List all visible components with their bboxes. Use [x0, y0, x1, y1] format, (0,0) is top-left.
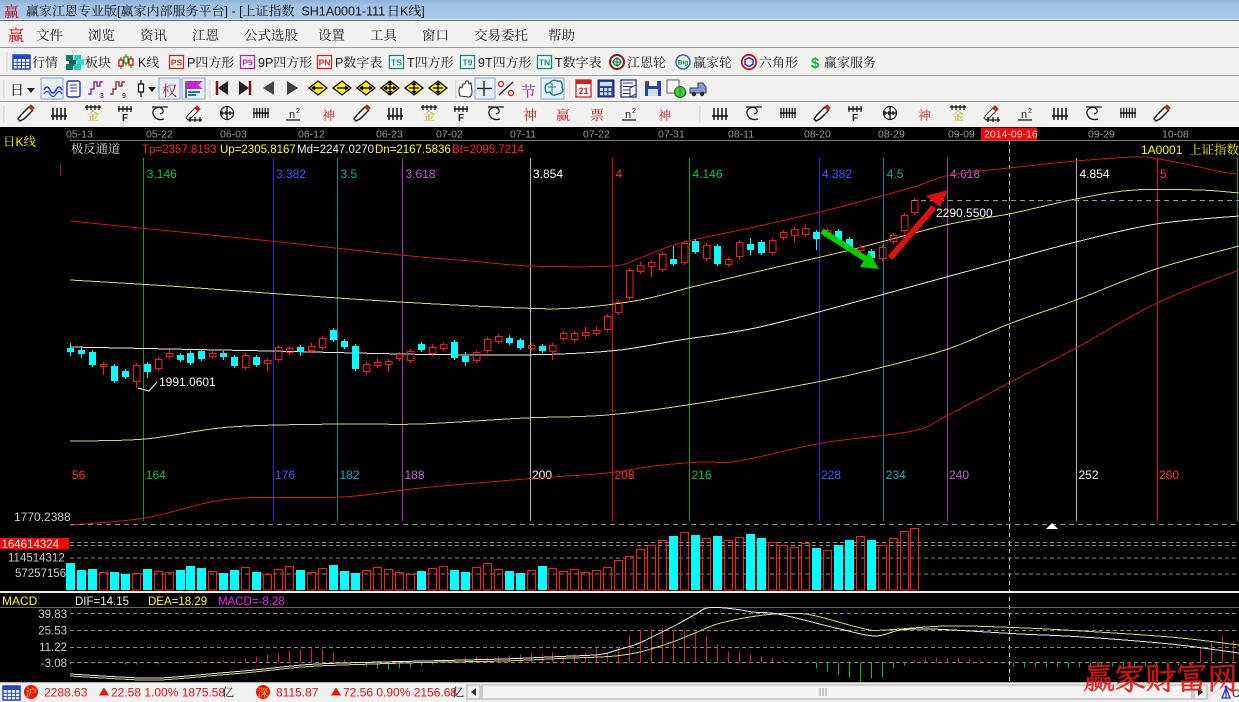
svg-text:2014-09-16: 2014-09-16 — [984, 129, 1038, 141]
svg-text:06-03: 06-03 — [220, 129, 247, 141]
svg-text:] - [: ] - [ — [225, 5, 244, 19]
svg-text:3.5: 3.5 — [341, 167, 358, 181]
svg-text:08-20: 08-20 — [804, 129, 831, 141]
svg-text:188: 188 — [405, 468, 425, 482]
svg-text:4.146: 4.146 — [693, 167, 723, 181]
svg-text:07-31: 07-31 — [658, 129, 685, 141]
svg-text:$: $ — [811, 55, 820, 72]
svg-text:260: 260 — [1159, 468, 1179, 482]
svg-text:9T: 9T — [478, 56, 493, 70]
svg-text:182: 182 — [340, 468, 360, 482]
svg-text:2290.5500: 2290.5500 — [936, 206, 993, 220]
svg-text:Md=2247.0270: Md=2247.0270 — [297, 144, 374, 156]
svg-text:176: 176 — [275, 468, 295, 482]
svg-text:39.83: 39.83 — [38, 609, 67, 621]
svg-text:Big: Big — [678, 60, 689, 67]
svg-text:P9: P9 — [242, 58, 253, 68]
svg-text:Tp=2357.8153: Tp=2357.8153 — [142, 144, 217, 156]
svg-text:5: 5 — [1160, 167, 1167, 181]
svg-text:08-29: 08-29 — [878, 129, 905, 141]
svg-text:57257156: 57257156 — [15, 568, 66, 580]
svg-text:08-11: 08-11 — [728, 129, 754, 141]
svg-text:F: F — [122, 113, 128, 124]
svg-text:F: F — [458, 113, 464, 124]
svg-text:PS: PS — [171, 58, 183, 68]
svg-text:-3.08: -3.08 — [41, 658, 67, 670]
svg-text:3: 3 — [100, 93, 104, 100]
svg-text:n: n — [625, 109, 631, 121]
svg-text:25.53: 25.53 — [38, 626, 67, 638]
svg-text:MACD=-8.28: MACD=-8.28 — [218, 596, 285, 608]
svg-text:216: 216 — [692, 468, 712, 482]
svg-text:2: 2 — [632, 108, 636, 115]
svg-text:2288.63: 2288.63 — [44, 686, 91, 700]
svg-text:164614324: 164614324 — [2, 539, 60, 551]
svg-text:[: [ — [117, 5, 121, 19]
svg-text:n: n — [1021, 109, 1027, 121]
svg-text:164: 164 — [146, 468, 166, 482]
svg-text:F: F — [852, 113, 858, 124]
svg-text:4.382: 4.382 — [822, 167, 852, 181]
svg-text:4.854: 4.854 — [1080, 167, 1110, 181]
svg-text:3.382: 3.382 — [276, 167, 306, 181]
svg-text:DIF=14.15: DIF=14.15 — [75, 596, 129, 608]
svg-text:MACD: MACD — [2, 594, 38, 608]
svg-text:56: 56 — [72, 468, 86, 482]
svg-text:06-12: 06-12 — [298, 129, 325, 141]
svg-text:22.58 1.00% 1875.58: 22.58 1.00% 1875.58 — [111, 686, 225, 700]
svg-text:72.56 0.90% 2156.68: 72.56 0.90% 2156.68 — [343, 686, 457, 700]
svg-text:DEA=18.29: DEA=18.29 — [148, 596, 207, 608]
svg-text:252: 252 — [1079, 468, 1099, 482]
svg-text:TN: TN — [539, 58, 550, 68]
svg-text:2: 2 — [296, 108, 300, 115]
svg-text:114514312: 114514312 — [8, 553, 65, 565]
svg-text:10-08: 10-08 — [1162, 129, 1189, 141]
svg-text:K: K — [400, 5, 409, 19]
svg-text:T: T — [555, 56, 563, 70]
svg-text:1A0001: 1A0001 — [1141, 143, 1189, 157]
svg-text:Up=2305.8167: Up=2305.8167 — [220, 144, 296, 156]
svg-text:3.618: 3.618 — [406, 167, 436, 181]
svg-text:208: 208 — [615, 468, 635, 482]
svg-text:07-02: 07-02 — [436, 129, 463, 141]
svg-text:1991.0601: 1991.0601 — [159, 375, 216, 389]
svg-text:P: P — [335, 56, 343, 70]
svg-text:234: 234 — [886, 468, 906, 482]
svg-text:21: 21 — [578, 86, 588, 96]
svg-text:06-23: 06-23 — [376, 129, 403, 141]
svg-text:8115.87: 8115.87 — [276, 686, 322, 700]
svg-text:T: T — [407, 56, 415, 70]
svg-text:240: 240 — [949, 468, 969, 482]
svg-text:T9: T9 — [463, 58, 473, 68]
svg-text:1770.2388: 1770.2388 — [14, 510, 71, 524]
svg-text:09-09: 09-09 — [948, 129, 975, 141]
svg-text:11.22: 11.22 — [39, 642, 67, 654]
svg-text:TS: TS — [391, 58, 402, 68]
svg-text:Bt=2095.7214: Bt=2095.7214 — [452, 144, 525, 156]
svg-text:n: n — [289, 109, 295, 121]
svg-text:09-29: 09-29 — [1088, 129, 1115, 141]
svg-text:07-11: 07-11 — [510, 129, 536, 141]
svg-text:200: 200 — [532, 468, 552, 482]
svg-text:05-13: 05-13 — [66, 129, 93, 141]
svg-text:PN: PN — [319, 58, 331, 68]
svg-text:K: K — [16, 135, 24, 149]
svg-text:K: K — [138, 56, 147, 70]
svg-text:9P: 9P — [258, 56, 273, 70]
svg-text:2: 2 — [1028, 108, 1032, 115]
svg-text:4.5: 4.5 — [887, 167, 904, 181]
svg-text:SH1A0001-111: SH1A0001-111 — [295, 5, 386, 19]
svg-text:P: P — [187, 56, 195, 70]
svg-text:3.854: 3.854 — [533, 167, 563, 181]
svg-text:3.146: 3.146 — [147, 167, 177, 181]
svg-text:07-22: 07-22 — [583, 129, 610, 141]
svg-text:05-22: 05-22 — [146, 129, 173, 141]
svg-text:4: 4 — [616, 167, 623, 181]
svg-text:9: 9 — [122, 93, 126, 100]
svg-text:Dn=2167.5836: Dn=2167.5836 — [375, 144, 451, 156]
svg-text:228: 228 — [821, 468, 841, 482]
svg-text:]: ] — [421, 5, 424, 19]
